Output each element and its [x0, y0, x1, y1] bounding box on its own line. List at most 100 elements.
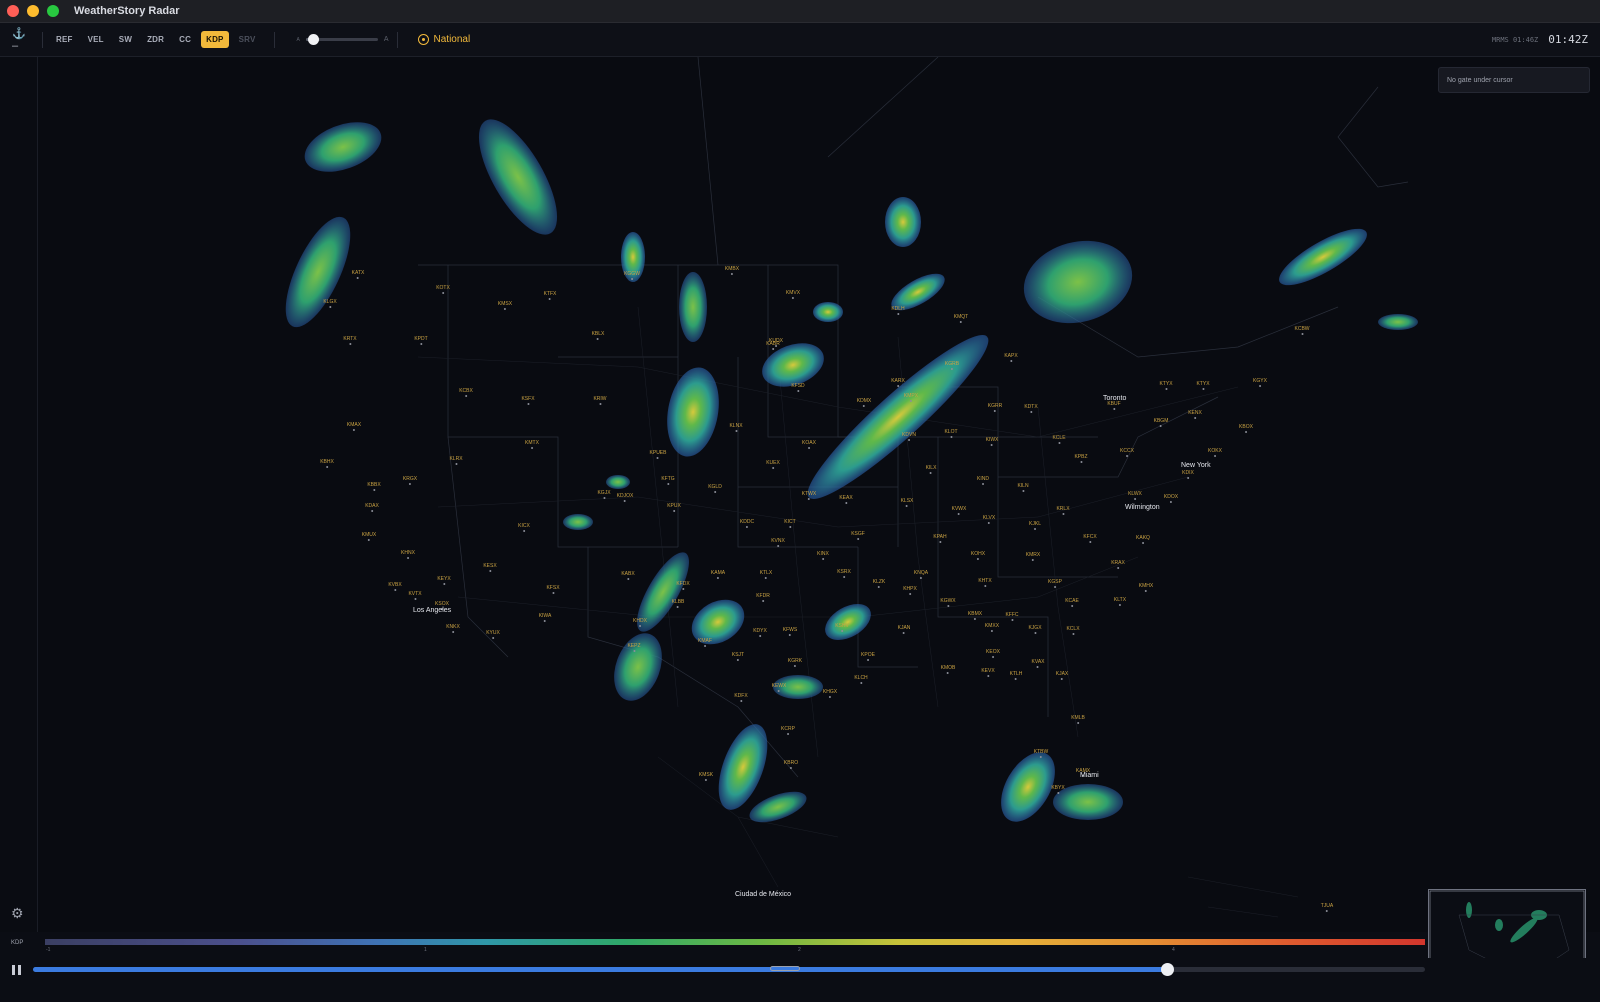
timeline-scrubber[interactable] — [1161, 963, 1175, 976]
gear-icon[interactable]: ⚙ — [11, 906, 25, 920]
radar-station[interactable]: KSRX — [837, 569, 851, 578]
radar-station[interactable]: KOAX — [802, 440, 816, 449]
radar-station[interactable]: KHGX — [823, 689, 837, 698]
radar-station[interactable]: KFDR — [756, 593, 770, 602]
radar-station[interactable]: KMVX — [786, 290, 800, 299]
radar-station[interactable]: KEYX — [437, 576, 450, 585]
radar-station[interactable]: KEWX — [772, 683, 787, 692]
radar-station[interactable]: KJAN — [898, 625, 911, 634]
radar-station[interactable]: KLRX — [449, 456, 462, 465]
radar-station[interactable]: KPBZ — [1074, 454, 1087, 463]
product-button-cc[interactable]: CC — [174, 31, 196, 48]
radar-station[interactable]: KLZK — [873, 579, 886, 588]
radar-station[interactable]: KILN — [1017, 483, 1028, 492]
radar-station[interactable]: KPUX — [667, 503, 681, 512]
radar-map[interactable]: KATX KLGX KRTX KPDT KOTX KMSX KTFX KGGW KMBX KMVX… — [38, 57, 1600, 932]
radar-station[interactable]: KIWA — [539, 613, 552, 622]
radar-station[interactable]: KGJX — [597, 490, 610, 499]
radar-station[interactable]: KLNX — [729, 423, 742, 432]
radar-station[interactable]: KNQA — [914, 570, 928, 579]
radar-station[interactable]: KUEX — [766, 460, 780, 469]
anchor-icon[interactable]: ⚓ – — [12, 27, 34, 52]
product-button-vel[interactable]: VEL — [83, 31, 109, 48]
radar-station[interactable]: KOKX — [1208, 448, 1222, 457]
radar-station[interactable]: KDYX — [753, 628, 767, 637]
radar-station[interactable]: KCRP — [781, 726, 795, 735]
radar-station[interactable]: KVNX — [771, 538, 785, 547]
radar-station[interactable]: KATX — [352, 270, 365, 279]
radar-station[interactable]: KBGM — [1154, 418, 1169, 427]
minimize-window-button[interactable] — [27, 5, 39, 17]
radar-station[interactable]: KFWS — [783, 627, 797, 636]
radar-station[interactable]: KAMA — [711, 570, 725, 579]
radar-station[interactable]: KTLH — [1010, 671, 1023, 680]
slider-knob[interactable] — [308, 34, 320, 45]
radar-station[interactable]: KGGW — [624, 271, 640, 280]
radar-station[interactable]: KRLX — [1056, 506, 1069, 515]
radar-station[interactable]: KFSD — [791, 383, 804, 392]
radar-station[interactable]: KCLX — [1066, 626, 1079, 635]
radar-station[interactable]: KYUX — [486, 630, 500, 639]
radar-station[interactable]: KSGF — [851, 531, 865, 540]
radar-station[interactable]: KLCH — [854, 675, 867, 684]
radar-station[interactable]: KDLH — [891, 306, 904, 315]
radar-station[interactable]: KPAH — [933, 534, 946, 543]
radar-station[interactable]: KGYX — [1253, 378, 1267, 387]
radar-station[interactable]: KRAX — [1111, 560, 1125, 569]
radar-station[interactable]: KTYX — [1159, 381, 1172, 390]
slider-track[interactable] — [305, 34, 378, 45]
radar-station[interactable]: KJAX — [1056, 671, 1069, 680]
radar-station[interactable]: KTLX — [760, 570, 773, 579]
radar-station[interactable]: KDDC — [740, 519, 754, 528]
radar-station[interactable]: KFDX — [676, 581, 689, 590]
radar-station[interactable]: KVBX — [388, 582, 401, 591]
radar-station[interactable]: KBUF — [1107, 401, 1120, 410]
radar-station[interactable]: KMAF — [698, 638, 712, 647]
radar-station[interactable]: KHNX — [401, 550, 415, 559]
product-button-ref[interactable]: REF — [51, 31, 78, 48]
radar-station[interactable]: KGRB — [945, 361, 959, 370]
radar-station[interactable]: KEPZ — [627, 643, 640, 652]
radar-station[interactable]: KMRX — [1026, 552, 1040, 561]
radar-station[interactable]: KLOT — [944, 429, 957, 438]
radar-station[interactable]: KMBX — [725, 266, 739, 275]
radar-station[interactable]: KDFX — [734, 693, 747, 702]
pause-icon[interactable] — [12, 965, 22, 975]
radar-station[interactable]: KCBW — [1295, 326, 1310, 335]
radar-station[interactable]: KFCX — [1083, 534, 1096, 543]
radar-station[interactable]: KOTX — [436, 285, 450, 294]
radar-station[interactable]: KTBW — [1034, 749, 1048, 758]
radar-station[interactable]: KMXX — [985, 623, 999, 632]
radar-station[interactable]: KMHX — [1139, 583, 1153, 592]
radar-station[interactable]: KMLB — [1071, 715, 1085, 724]
radar-station[interactable]: KCLE — [1052, 435, 1065, 444]
radar-station[interactable]: KJGX — [1028, 625, 1041, 634]
radar-station[interactable]: KBLX — [592, 331, 605, 340]
radar-station[interactable]: KMSK — [699, 772, 713, 781]
radar-station[interactable]: KNKX — [446, 624, 460, 633]
radar-station[interactable]: KFTG — [661, 476, 674, 485]
radar-station[interactable]: KBBX — [367, 482, 380, 491]
timeline-track[interactable] — [33, 963, 1425, 976]
radar-station[interactable]: KHDX — [633, 618, 647, 627]
radar-station[interactable]: KABX — [621, 571, 634, 580]
radar-station[interactable]: KDIX — [1182, 470, 1194, 479]
radar-station[interactable]: KAPX — [1004, 353, 1017, 362]
radar-station[interactable]: KIND — [977, 476, 989, 485]
radar-station[interactable]: KLTX — [1114, 597, 1126, 606]
radar-station[interactable]: KBMX — [968, 611, 982, 620]
radar-station[interactable]: KEOX — [986, 649, 1000, 658]
radar-station[interactable]: KFFC — [1005, 612, 1018, 621]
product-button-zdr[interactable]: ZDR — [142, 31, 169, 48]
radar-station[interactable]: KSJT — [732, 652, 744, 661]
radar-station[interactable]: KMOB — [941, 665, 956, 674]
radar-station[interactable]: KILX — [926, 465, 937, 474]
radar-station[interactable]: KBRO — [784, 760, 798, 769]
radar-station[interactable]: KARX — [891, 378, 905, 387]
radar-station[interactable]: KEVX — [981, 668, 994, 677]
radar-station[interactable]: KHPX — [903, 586, 917, 595]
radar-station[interactable]: TJUA — [1321, 903, 1334, 912]
radar-station[interactable]: KSFX — [521, 396, 534, 405]
radar-station[interactable]: KVWX — [952, 506, 967, 515]
radar-station[interactable]: KDMX — [857, 398, 871, 407]
